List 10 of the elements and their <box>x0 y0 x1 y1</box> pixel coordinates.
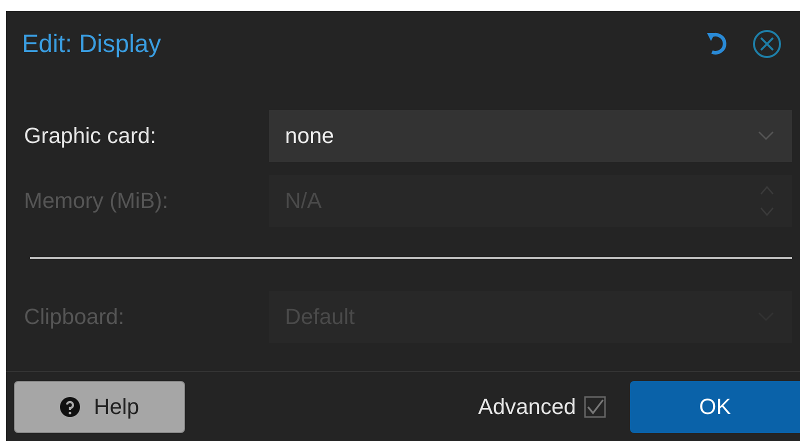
advanced-checkbox[interactable] <box>584 396 606 418</box>
dropdown-field[interactable]: none <box>269 110 792 162</box>
help-button[interactable]: Help <box>14 380 185 432</box>
field-label: Graphic card: <box>24 123 158 149</box>
ok-button[interactable]: OK <box>630 380 800 432</box>
help-icon <box>60 396 80 416</box>
chevron-down-icon <box>758 131 774 141</box>
window-title: Edit: Display <box>22 30 162 58</box>
close-icon[interactable] <box>752 29 782 59</box>
advanced-label: Advanced <box>478 394 576 420</box>
